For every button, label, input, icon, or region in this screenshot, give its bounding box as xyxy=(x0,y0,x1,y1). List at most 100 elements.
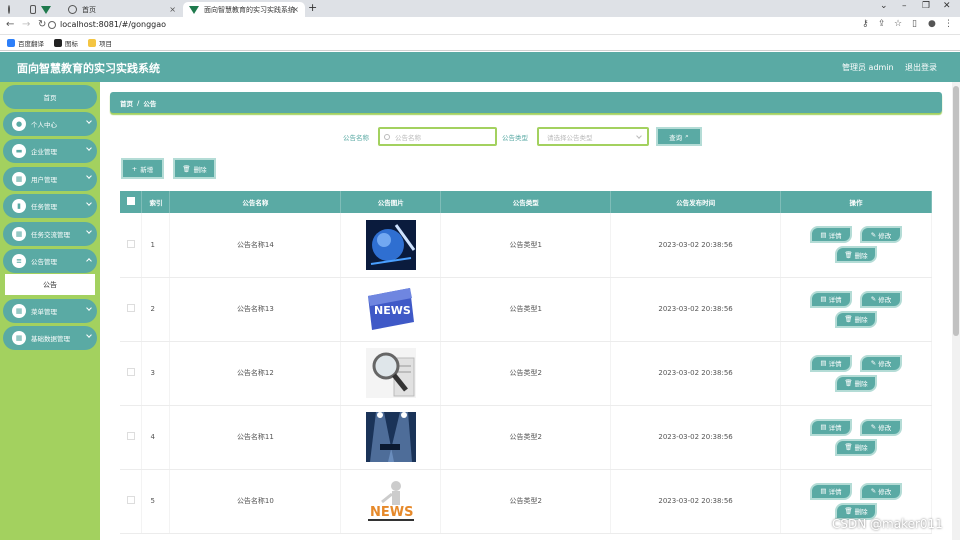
sidebar-item-label: 首页 xyxy=(43,94,57,102)
monitor-icon: ▬ xyxy=(12,144,26,158)
minimize-icon[interactable]: – xyxy=(902,1,907,11)
scrollbar-thumb[interactable] xyxy=(953,86,959,336)
select-all-header[interactable] xyxy=(120,191,143,213)
close-icon[interactable]: × xyxy=(169,5,176,14)
edit-button[interactable]: ✎ 修改 xyxy=(860,354,902,372)
detail-button[interactable]: ▤ 详情 xyxy=(810,226,852,244)
row-type: 公告类型1 xyxy=(440,277,612,342)
row-select-cell[interactable] xyxy=(120,277,143,342)
chevron-down-icon xyxy=(86,118,92,124)
breadcrumb: 首页 / 公告 xyxy=(110,92,942,113)
type-select-placeholder: 请选择公告类型 xyxy=(547,133,593,142)
url-field[interactable]: localhost:8081/#/gonggao xyxy=(60,20,166,29)
window-close-icon[interactable]: ✕ xyxy=(943,1,951,11)
type-select[interactable]: 请选择公告类型 xyxy=(537,127,649,146)
sidebar-item-home[interactable]: 首页 xyxy=(3,85,97,109)
sidebar-item-enterprise[interactable]: ▬ 企业管理 xyxy=(3,139,97,163)
sidebar-subitem-announcement[interactable]: 公告 xyxy=(5,274,95,295)
sidebar-item-label: 个人中心 xyxy=(31,121,57,129)
sidebar-item-users[interactable]: ▦ 用户管理 xyxy=(3,167,97,191)
star-icon[interactable]: ☆ xyxy=(894,19,902,29)
person-icon: ● xyxy=(12,117,26,131)
sidebar-item-announcements[interactable]: ≡ 公告管理 xyxy=(3,249,97,273)
breadcrumb-home[interactable]: 首页 xyxy=(120,98,133,108)
sidebar-item-tasks[interactable]: ▮ 任务管理 xyxy=(3,194,97,218)
batch-delete-button[interactable]: 🗑 删除 xyxy=(173,158,216,179)
browser-tab-home[interactable]: 首页 × xyxy=(62,2,182,17)
bookmark-icons[interactable]: 图标 xyxy=(54,38,78,48)
delete-button[interactable]: 🗑 删除 xyxy=(835,438,877,456)
sidebar-item-menus[interactable]: ▦ 菜单管理 xyxy=(3,299,97,323)
bookmark-project[interactable]: 项目 xyxy=(88,38,112,48)
edit-button[interactable]: ✎ 修改 xyxy=(860,482,902,500)
trash-icon: 🗑 xyxy=(182,164,191,173)
browser-tab-2[interactable] xyxy=(24,2,62,17)
name-search-input[interactable]: 公告名称 xyxy=(378,127,497,146)
grid-icon: ▦ xyxy=(12,172,26,186)
edit-button[interactable]: ✎ 修改 xyxy=(860,418,902,436)
detail-label: 详情 xyxy=(828,424,842,432)
detail-button[interactable]: ▤ 详情 xyxy=(810,482,852,500)
row-checkbox[interactable] xyxy=(126,368,135,376)
close-icon[interactable]: × xyxy=(292,5,299,14)
trash-icon: 🗑 xyxy=(844,250,853,259)
sidebar-item-personal[interactable]: ● 个人中心 xyxy=(3,112,97,136)
chevron-down-icon[interactable]: ⌄ xyxy=(880,1,888,11)
row-checkbox[interactable] xyxy=(126,304,135,312)
reload-icon[interactable]: ↻ xyxy=(38,19,46,30)
detail-button[interactable]: ▤ 详情 xyxy=(810,354,852,372)
row-actions: ▤ 详情 ✎ 修改 🗑 删除 xyxy=(780,277,932,342)
browser-tab-1[interactable] xyxy=(2,2,20,17)
restore-icon[interactable]: ❐ xyxy=(922,1,930,11)
chevron-down-icon xyxy=(86,145,92,151)
row-select-cell[interactable] xyxy=(120,405,143,470)
tab-label: 首页 xyxy=(82,5,96,14)
delete-button[interactable]: 🗑 删除 xyxy=(835,310,877,328)
detail-button[interactable]: ▤ 详情 xyxy=(810,290,852,308)
edit-label: 修改 xyxy=(878,424,892,432)
detail-button[interactable]: ▤ 详情 xyxy=(810,418,852,436)
row-checkbox[interactable] xyxy=(126,239,135,248)
row-name: 公告名称13 xyxy=(169,277,342,342)
sidebar-item-task-exchange[interactable]: ▦ 任务交流管理 xyxy=(3,222,97,246)
document-icon: ▤ xyxy=(820,295,827,303)
bookmark-baidu-translate[interactable]: 百度翻译 xyxy=(7,38,44,48)
forward-icon[interactable]: → xyxy=(22,19,30,30)
edit-button[interactable]: ✎ 修改 xyxy=(860,290,902,308)
share-icon[interactable]: ⇪ xyxy=(878,19,886,29)
row-select-cell[interactable] xyxy=(120,341,143,406)
edit-button[interactable]: ✎ 修改 xyxy=(860,226,902,244)
browser-tab-active[interactable]: 面向智慧教育的实习实践系统 × xyxy=(183,2,305,17)
delete-button[interactable]: 🗑 删除 xyxy=(835,246,877,264)
row-checkbox[interactable] xyxy=(126,496,135,504)
row-image-cell: NEWS xyxy=(340,469,442,534)
query-button[interactable]: 查询 ⌕ xyxy=(656,127,702,146)
header-actions: 操作 xyxy=(780,191,932,213)
row-time: 2023-03-02 20:38:56 xyxy=(610,469,782,534)
key-icon[interactable]: ⚷ xyxy=(862,19,869,29)
select-all-checkbox[interactable] xyxy=(126,197,135,205)
more-icon[interactable]: ⋮ xyxy=(944,19,953,29)
logout-link[interactable]: 退出登录 xyxy=(905,62,937,73)
row-time: 2023-03-02 20:38:56 xyxy=(610,277,782,342)
row-time: 2023-03-02 20:38:56 xyxy=(610,405,782,470)
profile-icon[interactable]: ● xyxy=(928,19,936,29)
row-type: 公告类型2 xyxy=(440,341,612,406)
delete-button[interactable]: 🗑 删除 xyxy=(835,374,877,392)
back-icon[interactable]: ← xyxy=(6,19,14,30)
add-button[interactable]: + 新增 xyxy=(121,158,164,179)
sidepanel-icon[interactable]: ▯ xyxy=(912,19,917,29)
row-select-cell[interactable] xyxy=(120,213,143,278)
page-scrollbar[interactable] xyxy=(952,82,960,540)
new-tab-icon[interactable]: + xyxy=(308,1,317,14)
current-user: 管理员 admin xyxy=(842,63,894,72)
vue-icon xyxy=(41,5,51,14)
row-select-cell[interactable] xyxy=(120,469,143,534)
sidebar-item-basic-data[interactable]: ▦ 基础数据管理 xyxy=(3,326,97,350)
table-row: 1 公告名称14 公告类型1 2023-03-02 20:38:56 ▤ 详情 ✎ 修改 🗑 删除 xyxy=(120,213,932,278)
row-image-cell xyxy=(340,341,442,406)
row-checkbox[interactable] xyxy=(126,432,135,440)
news-figure-image: NEWS xyxy=(341,476,440,526)
detail-label: 详情 xyxy=(828,296,842,304)
row-image-cell xyxy=(340,213,442,278)
